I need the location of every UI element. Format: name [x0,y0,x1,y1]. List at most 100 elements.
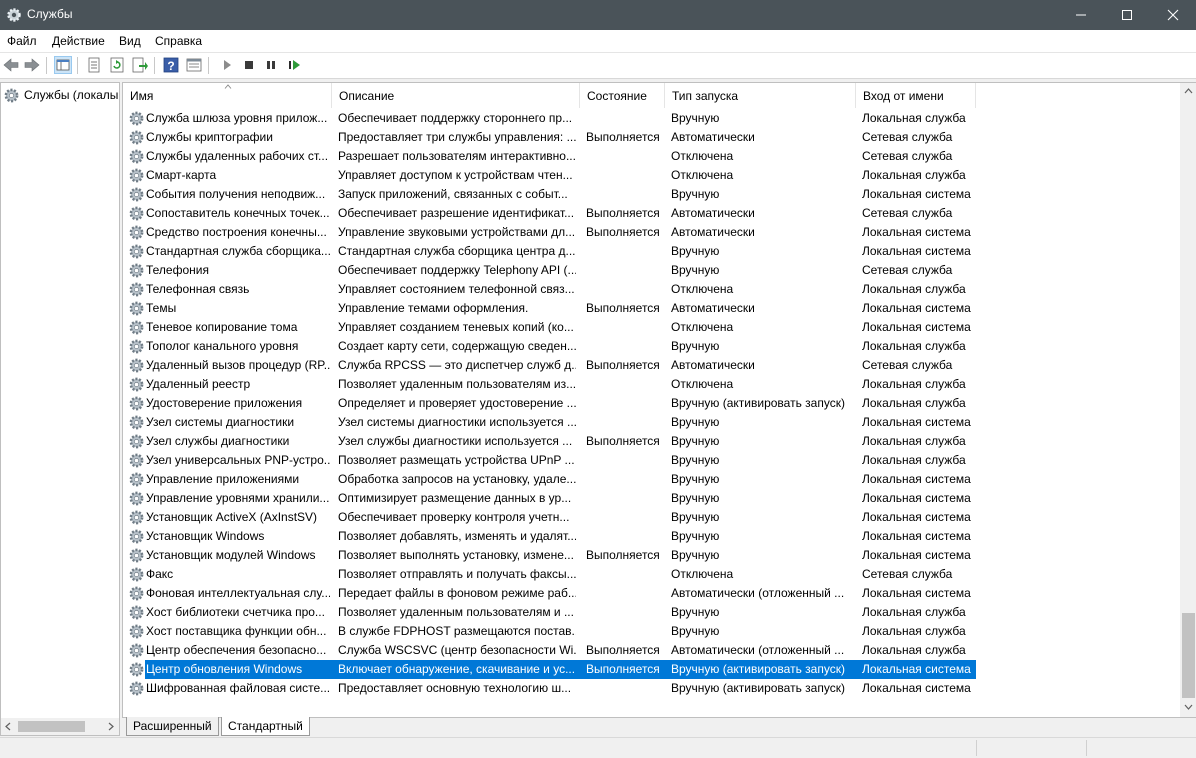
service-logon-as: Локальная система [862,187,971,201]
view-tabs: Расширенный Стандартный [122,717,422,737]
table-row[interactable]: События получения неподвиж... Запуск прил… [123,185,1179,204]
table-row[interactable]: Удаленный реестр Позволяет удаленным поль… [123,375,1179,394]
menu-action[interactable]: Действие [52,34,105,48]
table-row[interactable]: Смарт-карта Управляет доступом к устройст… [123,166,1179,185]
service-name: Темы [146,301,177,315]
tab-standard[interactable]: Стандартный [221,717,310,736]
service-gear-icon [129,111,144,126]
service-description: Узел системы диагностики используется ..… [338,415,576,429]
service-gear-icon [129,491,144,506]
tab-extended[interactable]: Расширенный [126,717,219,736]
column-header-logon[interactable]: Вход от имени [856,83,976,108]
table-row[interactable]: Темы Управление темами оформления. Выполня… [123,299,1179,318]
window-title: Службы [27,7,73,21]
service-description: Позволяет удаленным пользователям из... [338,377,576,391]
service-name: События получения неподвиж... [146,187,326,201]
stop-service-button[interactable] [240,56,258,74]
table-row[interactable]: Хост поставщика функции обн... В службе F… [123,622,1179,641]
service-description: Узел службы диагностики используется ... [338,434,573,448]
table-row[interactable]: Управление уровнями хранили... Оптимизиру… [123,489,1179,508]
service-logon-as: Локальная служба [862,339,966,353]
service-startup-type: Автоматически [671,130,755,144]
table-row[interactable]: Установщик ActiveX (AxInstSV) Обеспечивае… [123,508,1179,527]
service-state: Выполняется [586,434,660,448]
table-row[interactable]: Службы криптографии Предоставляет три слу… [123,128,1179,147]
pause-service-button[interactable] [262,56,280,74]
service-state: Выполняется [586,225,660,239]
table-row[interactable]: Узел системы диагностики Узел системы диа… [123,413,1179,432]
table-row[interactable]: Фоновая интеллектуальная слу... Передает … [123,584,1179,603]
tree-horizontal-scrollbar[interactable] [1,718,119,735]
gear-icon [7,8,21,22]
service-gear-icon [129,263,144,278]
table-row[interactable]: Установщик модулей Windows Позволяет выпо… [123,546,1179,565]
table-row[interactable]: Удаленный вызов процедур (RP... Служба RP… [123,356,1179,375]
table-row[interactable]: Телефония Обеспечивает поддержку Telephon… [123,261,1179,280]
table-row[interactable]: Телефонная связь Управляет состоянием тел… [123,280,1179,299]
service-description: Стандартная служба сборщика центра д... [338,244,576,258]
service-gear-icon [129,301,144,316]
service-description: Управляет доступом к устройствам чтен... [338,168,573,182]
scrollbar-thumb[interactable] [1182,613,1195,698]
pause-icon [267,61,275,69]
table-row[interactable]: Тополог канального уровня Создает карту с… [123,337,1179,356]
table-row[interactable]: Центр обеспечения безопасно... Служба WSC… [123,641,1179,660]
help-button[interactable]: ? [162,56,180,74]
menu-file[interactable]: Файл [7,34,37,48]
service-gear-icon [129,377,144,392]
service-startup-type: Отключена [671,377,734,391]
service-startup-type: Вручную [671,339,720,353]
column-header-name[interactable]: Имя [123,83,332,108]
gear-icon [4,88,19,103]
table-row[interactable]: Узел службы диагностики Узел службы диагн… [123,432,1179,451]
service-startup-type: Отключена [671,149,734,163]
service-logon-as: Локальная служба [862,282,966,296]
table-row[interactable]: Узел универсальных PNP-устро... Позволяет… [123,451,1179,470]
service-logon-as: Локальная система [862,301,971,315]
service-logon-as: Локальная служба [862,624,966,638]
refresh-button[interactable] [108,56,126,74]
menu-view[interactable]: Вид [119,34,141,48]
close-button[interactable] [1150,0,1196,30]
table-row[interactable]: Шифрованная файловая систе... Предоставля… [123,679,1179,698]
menu-help[interactable]: Справка [155,34,202,48]
table-row[interactable]: Средство построения конечны... Управление… [123,223,1179,242]
table-row[interactable]: Сопоставитель конечных точек... Обеспечив… [123,204,1179,223]
service-logon-as: Локальная служба [862,168,966,182]
column-header-startup[interactable]: Тип запуска [665,83,856,108]
service-startup-type: Отключена [671,168,734,182]
table-row[interactable]: Центр обновления Windows Включает обнаруж… [123,660,1179,679]
service-gear-icon [129,624,144,639]
table-row[interactable]: Факс Позволяет отправлять и получать факс… [123,565,1179,584]
service-state: Выполняется [586,548,660,562]
back-button[interactable] [2,56,20,74]
table-row[interactable]: Стандартная служба сборщика... Стандартна… [123,242,1179,261]
service-startup-type: Вручную [671,244,720,258]
table-row[interactable]: Хост библиотеки счетчика про... Позволяет… [123,603,1179,622]
status-separator [976,740,977,756]
details-view-button[interactable] [185,56,203,74]
table-row[interactable]: Теневое копирование тома Управляет создан… [123,318,1179,337]
service-gear-icon [129,244,144,259]
column-header-description[interactable]: Описание [332,83,580,108]
start-service-button[interactable] [218,56,236,74]
table-row[interactable]: Служба шлюза уровня прилож... Обеспечивае… [123,109,1179,128]
service-description: Включает обнаружение, скачивание и ус... [338,662,576,676]
resume-service-button[interactable] [285,56,303,74]
list-vertical-scrollbar[interactable] [1180,83,1196,717]
minimize-button[interactable] [1058,0,1104,30]
column-header-state[interactable]: Состояние [580,83,665,108]
export-list-button[interactable] [131,56,149,74]
service-description: Предоставляет три службы управления: ... [338,130,576,144]
service-gear-icon [129,396,144,411]
forward-button[interactable] [23,56,41,74]
table-row[interactable]: Службы удаленных рабочих ст... Разрешает … [123,147,1179,166]
table-row[interactable]: Установщик Windows Позволяет добавлять, и… [123,527,1179,546]
properties-button[interactable] [85,56,103,74]
scrollbar-thumb[interactable] [18,721,85,732]
service-description: Служба RPCSS — это диспетчер служб д... [338,358,576,372]
table-row[interactable]: Удостоверение приложения Определяет и про… [123,394,1179,413]
maximize-button[interactable] [1104,0,1150,30]
show-console-tree-button[interactable] [54,56,72,74]
table-row[interactable]: Управление приложениями Обработка запросо… [123,470,1179,489]
